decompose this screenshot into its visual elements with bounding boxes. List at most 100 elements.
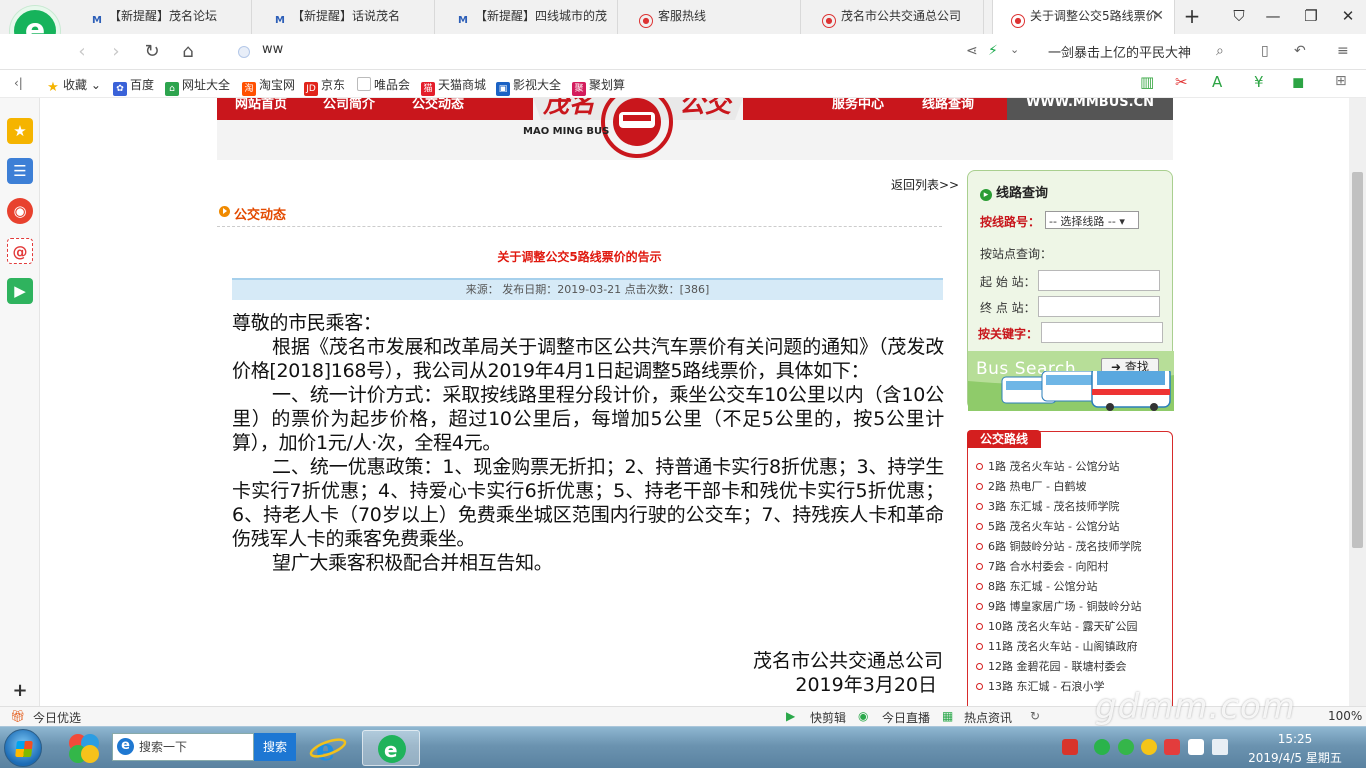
bus-line-item[interactable]: 2路 热电厂 - 白鹤坡 [976,478,1172,498]
scrollbar-thumb[interactable] [1352,172,1363,548]
nav-service[interactable]: 服务中心 [832,98,884,112]
add-sidebar-icon[interactable]: + [7,678,33,704]
tab-talk-maoming[interactable]: M 【新提醒】话说茂名 [255,0,435,34]
zoom-level[interactable]: 100% [1328,709,1362,723]
route-query-title: ▸ 线路查询 [980,182,1048,201]
bus-line-item[interactable]: 11路 茂名火车站 - 山阁镇政府 [976,638,1172,658]
gamepad-icon[interactable]: ◼ [1292,73,1304,91]
search-input[interactable]: 一剑暴击上亿的平民大神 [1048,42,1191,61]
security-360-icon[interactable] [1094,739,1110,755]
bookmark-baidu[interactable]: ✿ 百度 [113,76,154,96]
bus-line-item[interactable]: 3路 东汇城 - 茂名技师学院 [976,498,1172,518]
daily-picks-link[interactable]: 今日优选 [33,709,81,726]
tab-service-hotline[interactable]: ● 客服热线 [621,0,801,34]
quick-clip-link[interactable]: 快剪辑 [810,709,846,726]
bookmark-vip[interactable]: 唯品会 [357,76,410,93]
bookmark-video[interactable]: ▣ 影视大全 [496,76,561,96]
sogou-icon[interactable] [1062,739,1078,755]
tab-public-transport[interactable]: ● 茂名市公共交通总公司 [804,0,984,34]
share-icon[interactable]: ⋖ [966,43,978,59]
translate-icon[interactable]: A [1212,73,1222,91]
network-icon[interactable] [1188,739,1204,755]
close-window-icon[interactable]: ✕ [1336,4,1360,28]
taskbar-search-input[interactable]: 搜索一下 [112,733,254,761]
nav-about[interactable]: 公司简介 [323,98,375,112]
video-tv-icon[interactable]: ▶ [7,278,33,304]
search-icon[interactable]: ⌕ [1216,43,1224,59]
tray-app-icon[interactable] [1164,739,1180,755]
nav-home[interactable]: 网站首页 [235,98,287,112]
hot-news-link[interactable]: 热点资讯 [964,709,1012,726]
return-to-list-link[interactable]: 返回列表>> [891,176,959,193]
menu-icon[interactable]: ≡ [1337,43,1349,59]
tab-maoming-forum[interactable]: M 【新提醒】茂名论坛 [72,0,252,34]
bus-line-item[interactable]: 1路 茂名火车站 - 公馆分站 [976,458,1172,478]
new-tab-button[interactable]: + [1180,4,1204,28]
color-app-icon[interactable] [62,730,106,766]
clock-time[interactable]: 15:25 [1250,732,1340,746]
plus-tray-icon[interactable] [1141,739,1157,755]
start-stop-input[interactable] [1038,270,1160,291]
page-scrollbar[interactable] [1349,98,1366,706]
taskbar-search-button[interactable]: 搜索 [254,733,296,761]
url-input[interactable]: ww [262,42,283,57]
phone-icon[interactable]: ▯ [1261,43,1269,59]
bus-line-item[interactable]: 9路 博皇家居广场 - 铜鼓岭分站 [976,598,1172,618]
start-button[interactable] [4,729,42,767]
route-select[interactable]: -- 选择线路 -- ▾ [1045,211,1139,229]
refresh-status-icon[interactable]: ↻ [1030,709,1040,723]
restore-icon[interactable]: ❐ [1299,4,1323,28]
svg-text:e: e [384,738,398,762]
nav-news[interactable]: 公交动态 [412,98,464,112]
lightning-icon[interactable]: ⚡ [988,43,998,59]
tab-fourth-tier-city[interactable]: M 【新提醒】四线城市的茂 [438,0,618,34]
bookmark-favorites[interactable]: ★ 收藏 ⌄ [46,76,101,95]
gift-icon[interactable]: 🎁︎ [10,709,25,723]
back-icon[interactable]: ‹ [70,40,94,64]
news-list-icon[interactable]: ☰ [7,158,33,184]
reading-icon[interactable]: ▥ [1140,73,1154,91]
bookmark-tmall[interactable]: 猫天猫商城 [421,76,486,96]
home-icon[interactable]: ⌂ [176,40,200,64]
volume-icon[interactable] [1212,739,1228,755]
keyword-input[interactable] [1041,322,1163,343]
email-icon[interactable]: @ [7,238,33,264]
ie-icon[interactable]: e [306,730,350,768]
article-meta: 来源： 发布日期：2019-03-21 点击次数：[386] [232,278,943,300]
refresh-icon[interactable]: ↻ [140,40,164,64]
apps-grid-icon[interactable]: ⊞ [1335,73,1347,89]
shirt-skin-icon[interactable]: ⛉ [1227,4,1251,28]
wechat-icon[interactable] [1118,739,1134,755]
arrow-circle-icon: ▸ [980,189,992,201]
bookmark-jd[interactable]: JD 京东 [304,76,345,96]
bookmark-taobao[interactable]: 淘淘宝网 [242,76,295,96]
tab-fare-notice[interactable]: ● 关于调整公交5路线票价 ✕ [992,0,1175,34]
svg-text:公交: 公交 [679,98,735,119]
close-tab-icon[interactable]: ✕ [1152,8,1164,24]
bus-line-item[interactable]: 7路 合水村委会 - 向阳村 [976,558,1172,578]
undo-icon[interactable]: ↶ [1294,43,1306,59]
bus-line-item[interactable]: 5路 茂名火车站 - 公馆分站 [976,518,1172,538]
nav-route-query[interactable]: 线路查询 [922,98,974,112]
bus-line-item[interactable]: 10路 茂名火车站 - 露天矿公园 [976,618,1172,638]
chevron-down-icon[interactable]: ⌄ [1010,43,1019,56]
forward-icon[interactable]: › [104,40,128,64]
favorites-star-icon[interactable]: ★ [7,118,33,144]
start-stop-label: 起 始 站： [980,275,1036,289]
bus-line-item[interactable]: 12路 金碧花园 - 联塘村委会 [976,658,1172,678]
browser-taskbar-icon[interactable]: e [362,730,420,766]
section-title[interactable]: 公交动态 [234,204,286,223]
end-stop-input[interactable] [1038,296,1160,317]
bus-line-item[interactable]: 6路 铜鼓岭分站 - 茂名技师学院 [976,538,1172,558]
clock-date[interactable]: 2019/4/5 星期五 [1240,749,1350,766]
coupon-icon[interactable]: ¥ [1254,73,1264,91]
collapse-sidebar-icon[interactable]: ‹| [14,76,23,90]
bus-line-item[interactable]: 8路 东汇城 - 公馆分站 [976,578,1172,598]
scissors-icon[interactable]: ✂ [1175,73,1188,91]
today-live-link[interactable]: 今日直播 [882,709,930,726]
minimize-icon[interactable]: — [1261,4,1285,28]
weibo-icon[interactable]: ◉ [7,198,33,224]
site-security-icon[interactable] [238,46,250,58]
bookmark-site-directory[interactable]: ⌂ 网址大全 [165,76,230,96]
bookmark-juhuasuan[interactable]: 聚聚划算 [572,76,625,96]
